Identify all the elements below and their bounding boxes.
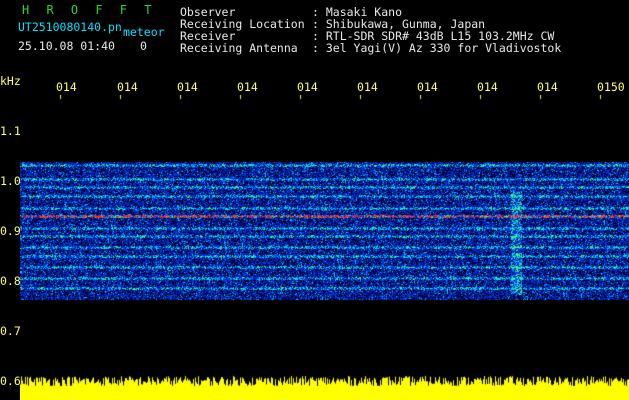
x-tick: 014 [117, 80, 138, 94]
timestamp: 25.10.08 01:40 [18, 39, 115, 53]
x-tick: 014 [537, 80, 558, 94]
x-tick: 0150 [597, 80, 625, 94]
x-tick: 014 [417, 80, 438, 94]
x-tick: 014 [357, 80, 378, 94]
y-tick: 0.6 [0, 374, 21, 388]
amplitude-trace [20, 372, 629, 400]
counter: 0 [140, 39, 147, 53]
x-tick: 014 [177, 80, 198, 94]
y-tick: 0.8 [0, 274, 21, 288]
spectrogram-waterfall [20, 95, 629, 380]
app-title: H R O F F T [22, 3, 157, 17]
y-tick: 1.0 [0, 174, 21, 188]
y-axis-unit: kHz [0, 74, 21, 88]
y-tick: 1.1 [0, 124, 21, 138]
file-type-label: meteor [123, 25, 165, 39]
y-tick: 0.7 [0, 324, 21, 338]
antenna-label: Receiving Antenna [180, 41, 298, 55]
x-tick: 014 [477, 80, 498, 94]
x-tick: 014 [237, 80, 258, 94]
filename: UT2510080140.pn [18, 20, 122, 34]
x-tick: 014 [297, 80, 318, 94]
antenna-value: : 3el Yagi(V) Az 330 for Vladivostok [312, 41, 562, 55]
y-tick: 0.9 [0, 224, 21, 238]
x-tick: 014 [56, 80, 77, 94]
